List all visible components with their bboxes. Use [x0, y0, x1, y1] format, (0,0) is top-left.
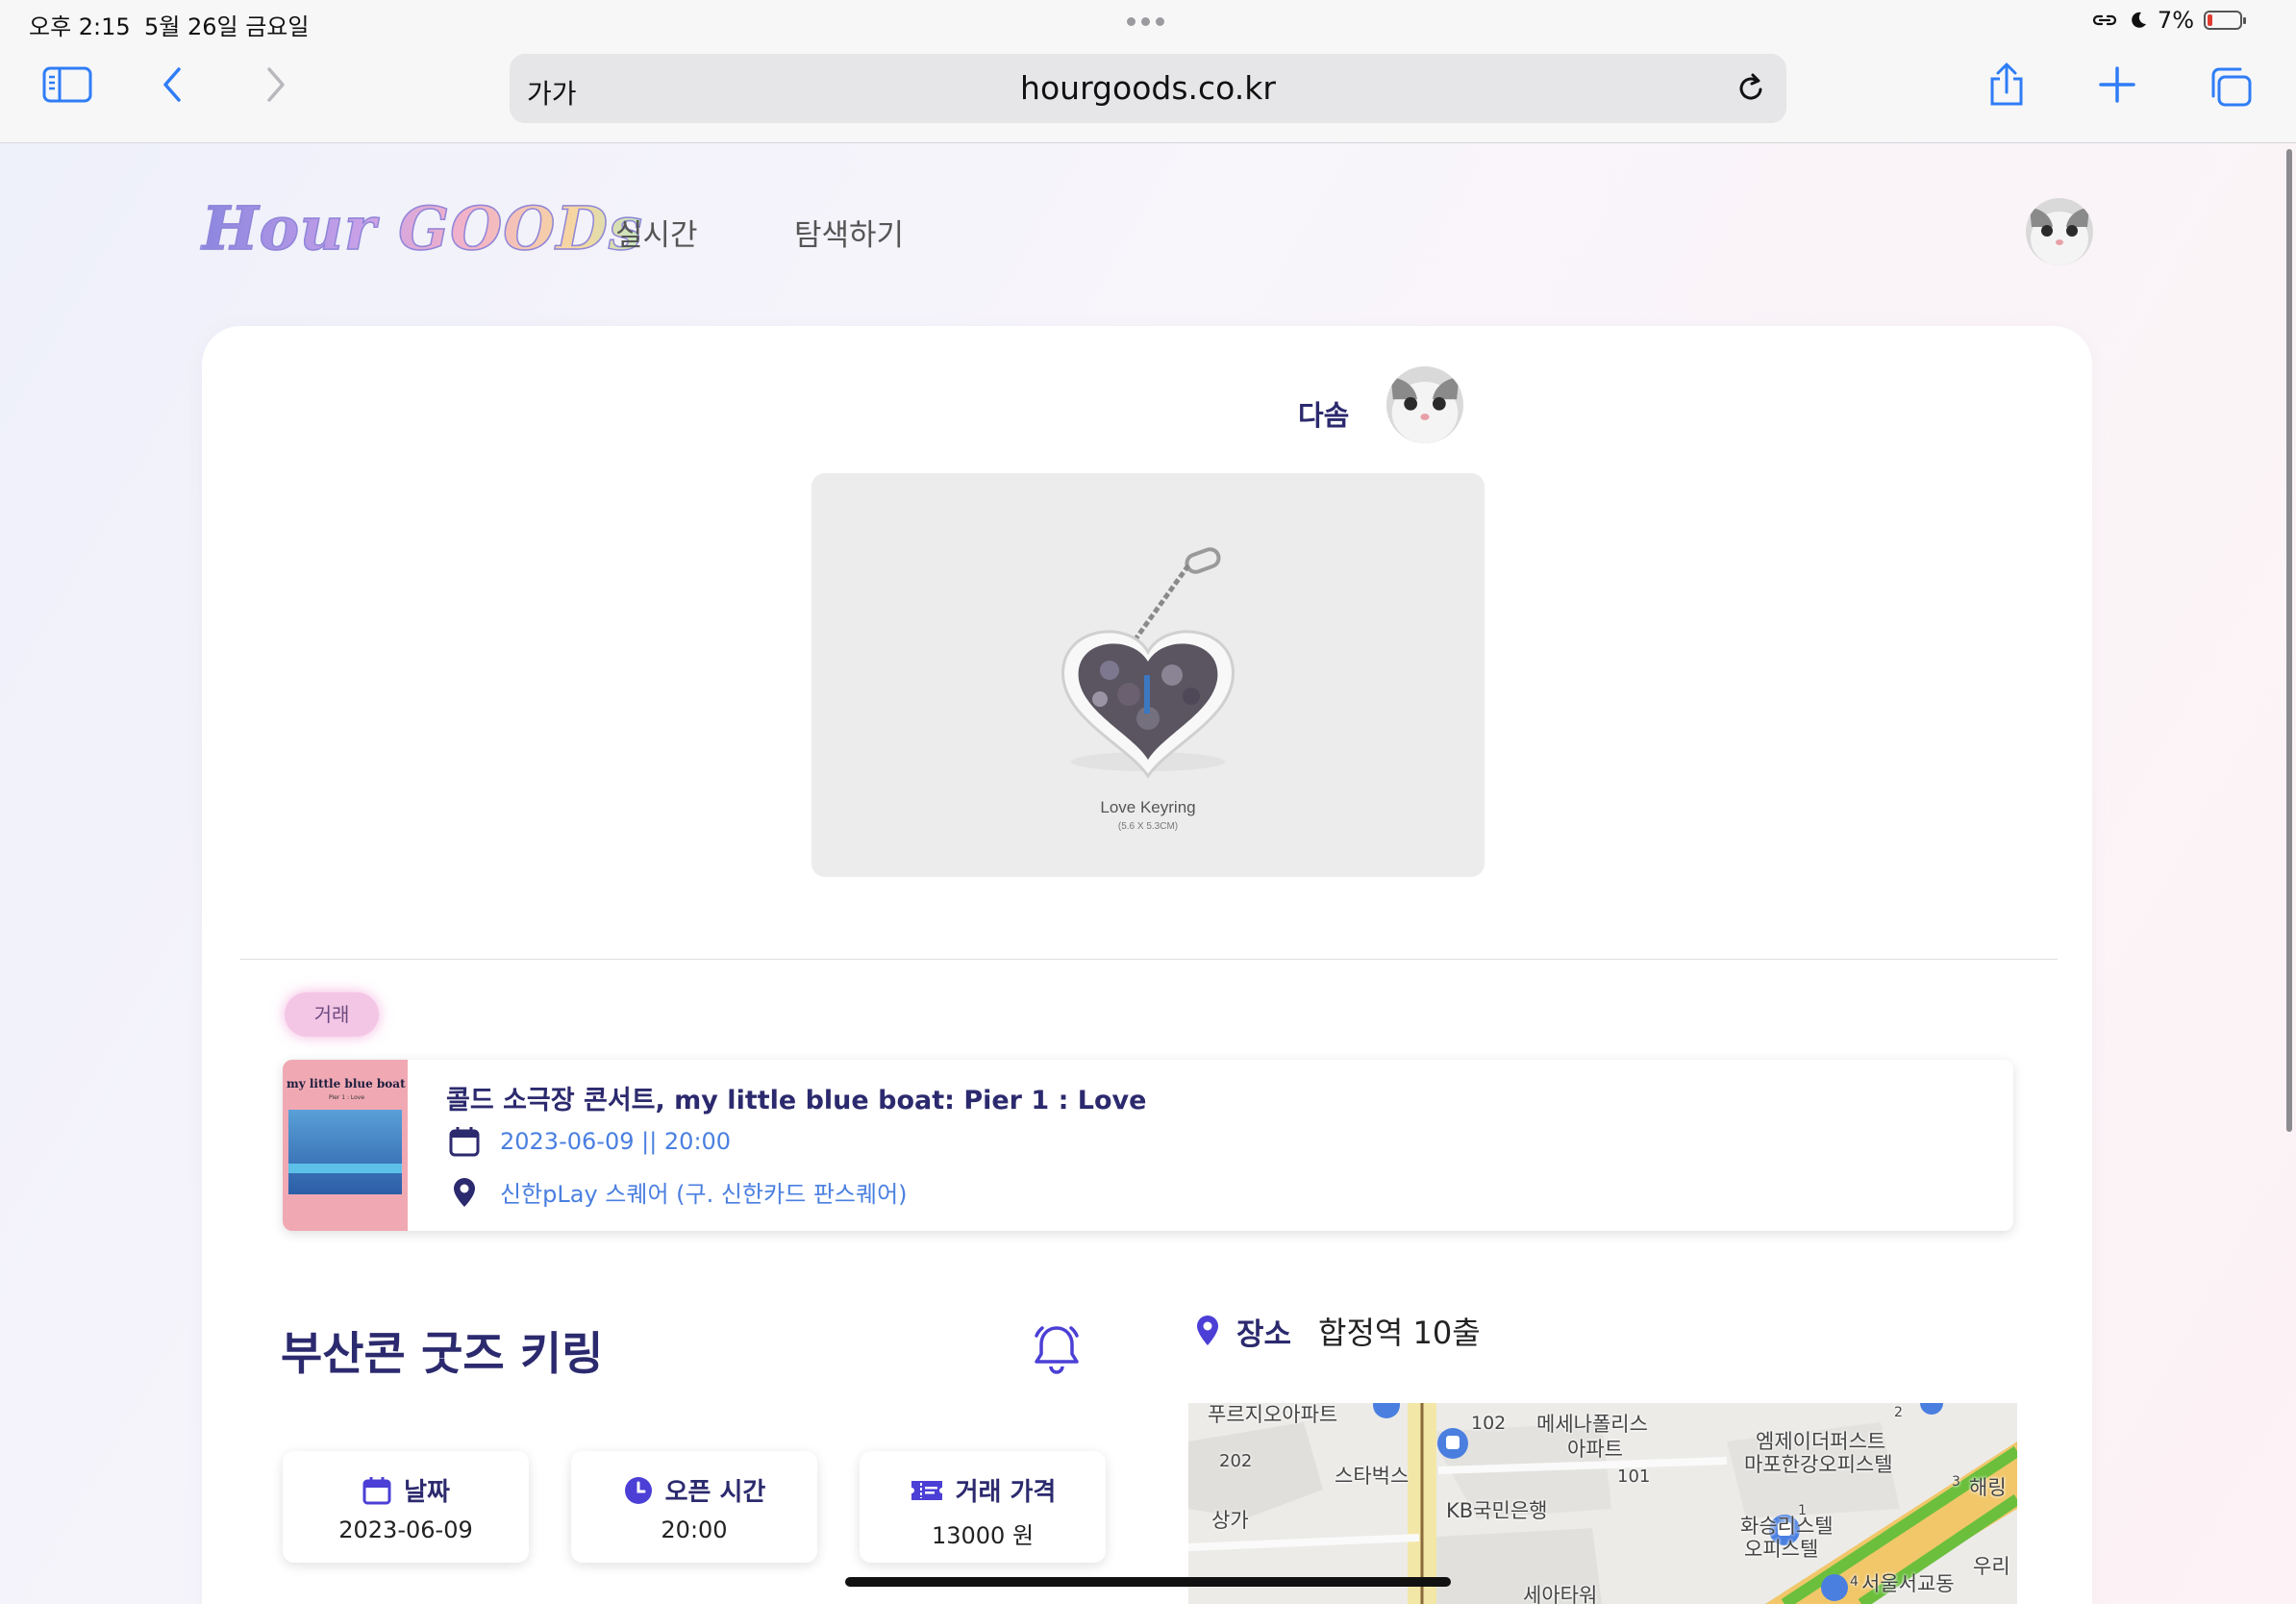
- location-map[interactable]: 푸르지오아파트 102 메세나폴리스 아파트 202 스타벅스 101 상가 K…: [1188, 1403, 2017, 1604]
- goods-title: 부산콘 굿즈 키링: [281, 1328, 604, 1381]
- poster-subtitle: Pier 1 : Love: [329, 1094, 365, 1101]
- link-icon: [2092, 14, 2117, 26]
- location-pin-icon: [1197, 1316, 1218, 1345]
- status-date: 5월 26일 금요일: [144, 13, 310, 40]
- address-bar[interactable]: 가가 hourgoods.co.kr: [510, 54, 1786, 123]
- web-page: Hour GOODs 실시간 탐색하기 다솜 Love Keyring (5.6…: [0, 143, 2296, 1604]
- event-datetime: 2023-06-09 || 20:00: [500, 1128, 732, 1155]
- map-label: 102: [1471, 1413, 1507, 1434]
- map-label: 아파트: [1567, 1438, 1623, 1461]
- info-price-box: 거래 가격 13000 원: [860, 1451, 1106, 1563]
- map-label: 101: [1617, 1466, 1651, 1487]
- sidebar-icon: [42, 66, 92, 103]
- home-indicator[interactable]: [845, 1577, 1451, 1587]
- forward-button[interactable]: [262, 65, 290, 104]
- map-label: 세아타워: [1523, 1584, 1598, 1604]
- info-price-label: 거래 가격: [955, 1478, 1057, 1507]
- poster-band: [288, 1164, 402, 1173]
- event-venue-row: 신한pLay 스퀘어 (구. 신한카드 판스퀘어): [448, 1175, 908, 1209]
- map-label: 상가: [1211, 1509, 1249, 1532]
- info-date-box: 날짜 2023-06-09: [283, 1451, 529, 1563]
- ticket-icon: [911, 1480, 942, 1500]
- map-label: 3: [1952, 1474, 1960, 1490]
- bell-icon: [1035, 1326, 1079, 1374]
- reload-icon: [1739, 73, 1762, 100]
- share-button[interactable]: [1986, 62, 2027, 108]
- back-button[interactable]: [158, 65, 187, 104]
- page-scrollbar[interactable]: [2286, 149, 2292, 1132]
- multitasking-dots-icon[interactable]: [1127, 17, 1164, 26]
- event-title[interactable]: 콜드 소극장 콘서트, my little blue boat: Pier 1 …: [446, 1079, 1146, 1116]
- chevron-left-icon: [163, 67, 181, 102]
- event-venue: 신한pLay 스퀘어 (구. 신한카드 판스퀘어): [500, 1181, 908, 1208]
- place-row: 장소 합정역 10출: [1192, 1309, 1481, 1353]
- event-date-row: 2023-06-09 || 20:00: [448, 1125, 731, 1158]
- image-caption-size: (5.6 X 5.3CM): [1117, 821, 1179, 832]
- map-label: 1: [1798, 1503, 1807, 1518]
- map-label: 서울서교동: [1861, 1572, 1955, 1595]
- nav-explore[interactable]: 탐색하기: [794, 211, 904, 254]
- trade-tag[interactable]: 거래: [285, 992, 379, 1037]
- map-label: 푸르지오아파트: [1208, 1403, 1338, 1426]
- reload-button[interactable]: [1734, 71, 1767, 110]
- event-poster[interactable]: my little blue boat Pier 1 : Love: [283, 1060, 408, 1231]
- status-indicators: 7%: [2090, 7, 2246, 34]
- new-tab-button[interactable]: [2098, 65, 2136, 104]
- calendar-icon: [449, 1127, 480, 1157]
- info-time-label-row: 오픈 시간: [571, 1472, 817, 1508]
- chevron-right-icon: [267, 67, 285, 102]
- info-date-label: 날짜: [404, 1478, 450, 1507]
- map-label: 우리: [1973, 1555, 2010, 1578]
- share-icon: [1990, 63, 2023, 106]
- seller-name[interactable]: 다솜: [1298, 393, 1349, 434]
- info-price-label-row: 거래 가격: [860, 1472, 1106, 1508]
- notification-button[interactable]: [1031, 1322, 1083, 1380]
- map-label: 마포한강오피스텔: [1744, 1453, 1893, 1476]
- info-time-value: 20:00: [661, 1516, 728, 1543]
- tab-overview-button[interactable]: [2208, 65, 2254, 108]
- seller-avatar[interactable]: [1386, 366, 1463, 443]
- map-label: KB국민은행: [1446, 1499, 1548, 1522]
- url-text[interactable]: hourgoods.co.kr: [510, 69, 1786, 107]
- battery-percent: 7%: [2157, 7, 2194, 34]
- sidebar-toggle-button[interactable]: [42, 65, 92, 104]
- map-label: 4: [1850, 1574, 1859, 1590]
- status-bar: 오후 2:15 5월 26일 금요일 7%: [0, 0, 2296, 44]
- info-date-label-row: 날짜: [283, 1472, 529, 1508]
- map-label: 해링: [1969, 1476, 2007, 1499]
- map-label: 202: [1219, 1451, 1253, 1471]
- location-pin-icon: [454, 1177, 475, 1207]
- event-card[interactable]: my little blue boat Pier 1 : Love 콜드 소극장…: [283, 1060, 2013, 1231]
- map-label: 2: [1894, 1405, 1903, 1420]
- user-avatar[interactable]: [2026, 198, 2093, 265]
- poster-title: my little blue boat: [287, 1077, 406, 1090]
- map-label: 오피스텔: [1744, 1538, 1819, 1561]
- moon-icon: [2132, 12, 2146, 28]
- place-label: 장소: [1236, 1316, 1292, 1352]
- info-date-value: 2023-06-09: [338, 1516, 473, 1543]
- browser-toolbar: 가가 hourgoods.co.kr: [0, 44, 2296, 143]
- info-price-value: 13000 원: [931, 1522, 1035, 1549]
- map-label: 스타벅스: [1335, 1465, 1410, 1488]
- cat-avatar-icon: [2026, 198, 2093, 265]
- nav-realtime[interactable]: 실시간: [615, 211, 698, 254]
- info-time-label: 오픈 시간: [664, 1478, 766, 1507]
- section-divider: [240, 959, 2058, 960]
- calendar-icon: [362, 1476, 391, 1504]
- poster-photo: [288, 1110, 402, 1194]
- tabs-icon: [2211, 67, 2252, 107]
- clock-icon: [624, 1476, 652, 1504]
- site-logo[interactable]: Hour GOODs: [201, 192, 643, 264]
- status-time: 오후 2:15: [29, 13, 131, 40]
- plus-icon: [2099, 66, 2135, 103]
- image-caption: Love Keyring: [1100, 798, 1196, 816]
- info-time-box: 오픈 시간 20:00: [571, 1451, 817, 1563]
- place-value: 합정역 10출: [1318, 1315, 1481, 1351]
- battery-icon: [2204, 11, 2246, 30]
- cat-avatar-icon: [1386, 366, 1463, 443]
- product-image[interactable]: Love Keyring (5.6 X 5.3CM): [811, 473, 1485, 877]
